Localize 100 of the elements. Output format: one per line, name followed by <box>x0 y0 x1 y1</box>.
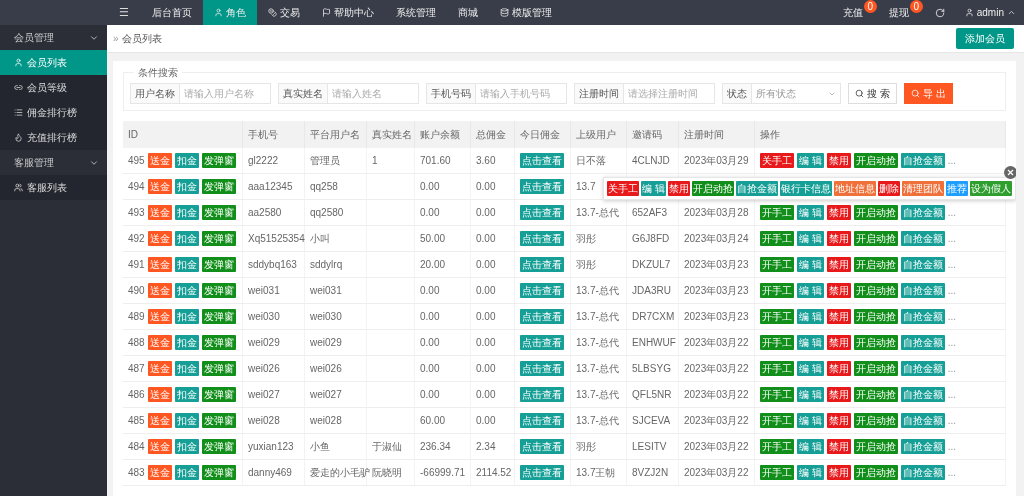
row-action-button[interactable]: 自抢金额 <box>900 257 945 272</box>
row-action-button[interactable]: 发弹窗 <box>201 283 236 298</box>
sidebar-group[interactable]: 客服管理 <box>0 150 107 175</box>
row-action-button[interactable]: 发弹窗 <box>201 179 236 194</box>
row-action-button[interactable]: 开启动抢 <box>853 205 898 220</box>
row-action-button[interactable]: 送金 <box>147 335 172 350</box>
row-action-button[interactable]: 发弹窗 <box>201 465 236 480</box>
more-link[interactable]: ... <box>947 363 957 374</box>
row-action-button[interactable]: 自抢金额 <box>900 335 945 350</box>
popup-action-button[interactable]: 开启动抢 <box>692 181 734 196</box>
view-button[interactable]: 点击查看 <box>520 361 564 376</box>
view-button[interactable]: 点击查看 <box>520 335 564 350</box>
search-button[interactable]: 搜 索 <box>848 83 897 104</box>
popup-action-button[interactable]: 清理团队 <box>902 181 944 196</box>
row-action-button[interactable]: 送金 <box>147 309 172 324</box>
popup-action-button[interactable]: 禁用 <box>668 181 690 196</box>
refresh-icon[interactable] <box>934 7 945 18</box>
view-button[interactable]: 点击查看 <box>520 387 564 402</box>
row-action-button[interactable]: 开手工 <box>760 309 794 324</box>
row-action-button[interactable]: 扣金 <box>174 179 199 194</box>
row-action-button[interactable]: 编 辑 <box>797 335 824 350</box>
row-action-button[interactable]: 开手工 <box>760 231 794 246</box>
row-action-button[interactable]: 编 辑 <box>797 439 824 454</box>
row-action-button[interactable]: 编 辑 <box>797 361 824 376</box>
input-field[interactable]: 请输入姓名 <box>327 83 419 104</box>
row-action-button[interactable]: 发弹窗 <box>201 361 236 376</box>
row-action-button[interactable]: 扣金 <box>174 205 199 220</box>
row-action-button[interactable]: 自抢金额 <box>900 205 945 220</box>
row-action-button[interactable]: 送金 <box>147 361 172 376</box>
popup-action-button[interactable]: 推荐 <box>946 181 968 196</box>
row-action-button[interactable]: 开启动抢 <box>853 153 898 168</box>
row-action-button[interactable]: 禁用 <box>826 153 851 168</box>
row-action-button[interactable]: 开启动抢 <box>853 335 898 350</box>
view-button[interactable]: 点击查看 <box>520 179 564 194</box>
row-action-button[interactable]: 送金 <box>147 153 172 168</box>
popup-action-button[interactable]: 地址信息 <box>834 181 876 196</box>
row-action-button[interactable]: 扣金 <box>174 387 199 402</box>
row-action-button[interactable]: 发弹窗 <box>201 153 236 168</box>
row-action-button[interactable]: 编 辑 <box>797 257 824 272</box>
row-action-button[interactable]: 开启动抢 <box>853 361 898 376</box>
row-action-button[interactable]: 自抢金额 <box>900 387 945 402</box>
row-action-button[interactable]: 发弹窗 <box>201 205 236 220</box>
row-action-button[interactable]: 自抢金额 <box>900 439 945 454</box>
status-select[interactable]: 所有状态 <box>751 83 841 104</box>
sidebar-group[interactable]: 会员管理 <box>0 25 107 50</box>
row-action-button[interactable]: 送金 <box>147 231 172 246</box>
view-button[interactable]: 点击查看 <box>520 231 564 246</box>
row-action-button[interactable]: 发弹窗 <box>201 335 236 350</box>
row-action-button[interactable]: 发弹窗 <box>201 231 236 246</box>
more-link[interactable]: ... <box>947 389 957 400</box>
row-action-button[interactable]: 开手工 <box>760 205 794 220</box>
row-action-button[interactable]: 开手工 <box>760 413 794 428</box>
more-link[interactable]: ... <box>947 155 957 166</box>
row-action-button[interactable]: 送金 <box>147 387 172 402</box>
row-action-button[interactable]: 自抢金额 <box>900 231 945 246</box>
row-action-button[interactable]: 禁用 <box>826 361 851 376</box>
nav-link[interactable]: 提现 0 <box>878 0 925 25</box>
sidebar-item[interactable]: 充值排行榜 <box>0 125 107 150</box>
sidebar-item[interactable]: 佣金排行榜 <box>0 100 107 125</box>
row-action-button[interactable]: 编 辑 <box>797 465 824 480</box>
row-action-button[interactable]: 编 辑 <box>797 231 824 246</box>
more-link[interactable]: ... <box>947 259 957 270</box>
nav-tab[interactable]: 系统管理 <box>384 0 447 25</box>
row-action-button[interactable]: 自抢金额 <box>900 361 945 376</box>
view-button[interactable]: 点击查看 <box>520 309 564 324</box>
row-action-button[interactable]: 禁用 <box>826 283 851 298</box>
row-action-button[interactable]: 扣金 <box>174 283 199 298</box>
row-action-button[interactable]: 编 辑 <box>797 153 824 168</box>
input-field[interactable]: 请输入用户名称 <box>179 83 271 104</box>
nav-tab[interactable]: 后台首页 <box>140 0 203 25</box>
close-button[interactable] <box>1004 166 1016 179</box>
row-action-button[interactable]: 开启动抢 <box>853 309 898 324</box>
nav-tab[interactable]: 模版管理 <box>488 0 563 25</box>
more-link[interactable]: ... <box>947 467 957 478</box>
row-action-button[interactable]: 禁用 <box>826 439 851 454</box>
popup-action-button[interactable]: 删除 <box>878 181 900 196</box>
row-action-button[interactable]: 禁用 <box>826 335 851 350</box>
row-action-button[interactable]: 自抢金额 <box>900 413 945 428</box>
row-action-button[interactable]: 发弹窗 <box>201 257 236 272</box>
row-action-button[interactable]: 编 辑 <box>797 387 824 402</box>
sidebar-item[interactable]: 会员等级 <box>0 75 107 100</box>
row-action-button[interactable]: 编 辑 <box>797 205 824 220</box>
row-action-button[interactable]: 送金 <box>147 179 172 194</box>
add-member-button[interactable]: 添加会员 <box>956 28 1014 49</box>
row-action-button[interactable]: 扣金 <box>174 231 199 246</box>
row-action-button[interactable]: 开启动抢 <box>853 231 898 246</box>
view-button[interactable]: 点击查看 <box>520 439 564 454</box>
row-action-button[interactable]: 编 辑 <box>797 283 824 298</box>
row-action-button[interactable]: 自抢金额 <box>900 309 945 324</box>
row-action-button[interactable]: 发弹窗 <box>201 309 236 324</box>
row-action-button[interactable]: 扣金 <box>174 153 199 168</box>
row-action-button[interactable]: 扣金 <box>174 413 199 428</box>
row-action-button[interactable]: 开启动抢 <box>853 257 898 272</box>
more-link[interactable]: ... <box>947 207 957 218</box>
nav-link[interactable]: 充值 0 <box>832 0 879 25</box>
row-action-button[interactable]: 禁用 <box>826 309 851 324</box>
input-field[interactable]: 请选择注册时间 <box>623 83 715 104</box>
row-action-button[interactable]: 发弹窗 <box>201 413 236 428</box>
row-action-button[interactable]: 发弹窗 <box>201 387 236 402</box>
view-button[interactable]: 点击查看 <box>520 465 564 480</box>
